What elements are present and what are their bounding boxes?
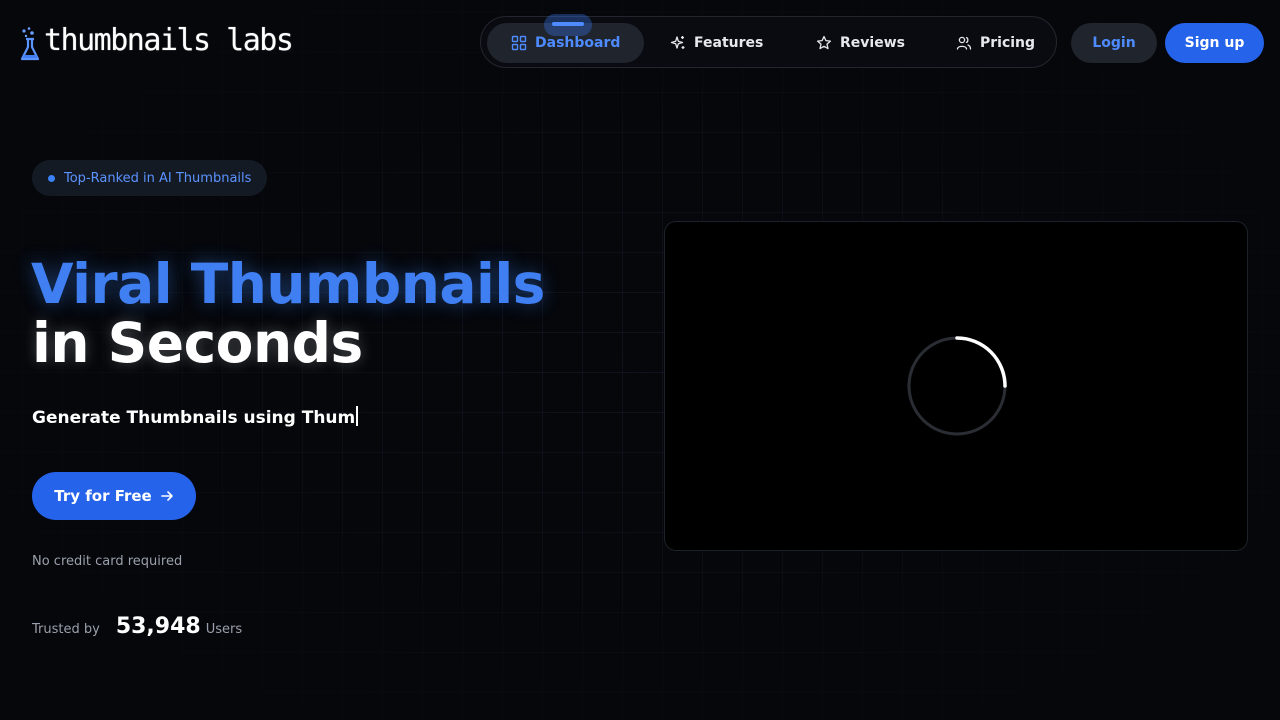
grid-icon: [511, 35, 527, 51]
try-for-free-button[interactable]: Try for Free: [32, 472, 196, 520]
no-credit-card-note: No credit card required: [32, 554, 183, 569]
try-for-free-label: Try for Free: [54, 487, 152, 505]
spinner-icon: [907, 336, 1007, 436]
main-nav: Dashboard Features Reviews Pricing: [480, 14, 1057, 68]
hero-title-line-1: Viral Thumbnails: [31, 252, 545, 316]
nav-label-features: Features: [694, 35, 764, 51]
user-unit: Users: [205, 622, 243, 637]
active-indicator: [544, 14, 592, 36]
nav-label-reviews: Reviews: [840, 35, 905, 51]
nav-item-features[interactable]: Features: [670, 23, 763, 63]
star-icon: [816, 35, 832, 50]
typewriter-content: Generate Thumbnails using Thum: [32, 408, 356, 428]
flask-icon: [20, 27, 40, 61]
badge-text: Top-Ranked in AI Thumbnails: [64, 170, 252, 186]
users-icon: [956, 36, 972, 50]
arrow-right-icon: [160, 491, 173, 501]
login-button[interactable]: Login: [1071, 23, 1157, 63]
nav-label-pricing: Pricing: [980, 35, 1036, 51]
ranking-badge: Top-Ranked in AI Thumbnails: [32, 160, 268, 196]
nav-item-dashboard[interactable]: Dashboard: [487, 14, 645, 63]
signup-button[interactable]: Sign up: [1165, 23, 1264, 63]
landing-page: thumbnails labs Dashboard Features Revie…: [0, 0, 1280, 720]
thumbnail-preview: [664, 221, 1248, 551]
sparkles-icon: [670, 36, 685, 49]
badge-dot: [48, 174, 55, 182]
brand-name: thumbnails labs: [44, 23, 294, 58]
user-count: 53,948: [115, 614, 201, 639]
typewriter-text: Generate Thumbnails using Thum: [32, 406, 359, 430]
text-caret: [356, 406, 359, 426]
logo[interactable]: thumbnails labs: [19, 23, 294, 64]
nav-label-dashboard: Dashboard: [535, 35, 621, 51]
trusted-label: Trusted by: [32, 622, 100, 637]
trusted-by: Trusted by 53,948 Users: [32, 614, 242, 639]
nav-item-pricing[interactable]: Pricing: [956, 23, 1035, 63]
hero-title-line-2: in Seconds: [32, 311, 363, 375]
nav-item-reviews[interactable]: Reviews: [816, 23, 905, 63]
